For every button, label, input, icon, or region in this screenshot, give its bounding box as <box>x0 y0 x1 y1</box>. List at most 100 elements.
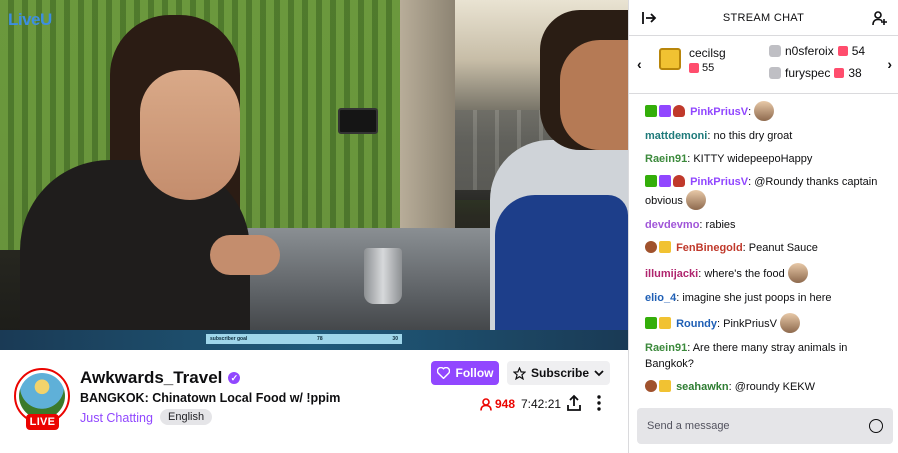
live-badge: LIVE <box>26 414 59 430</box>
top-gifter-count: 55 <box>689 62 714 74</box>
goal-label: subscriber goal <box>210 336 248 342</box>
gifter-row: furyspec 38 <box>769 66 862 80</box>
chat-message: Roundy: PinkPriusV <box>645 313 885 333</box>
gift-icon <box>837 46 848 56</box>
heart-icon <box>436 367 450 379</box>
moderator-badge-icon <box>645 317 657 329</box>
chat-input[interactable]: Send a message <box>637 408 893 444</box>
video-player[interactable]: LiveU subscriber goal 78 30 <box>0 0 628 350</box>
gift-badge-icon <box>659 380 671 392</box>
video-person <box>210 235 280 275</box>
subscribe-button[interactable]: Subscribe <box>507 361 610 385</box>
gifter-count: 38 <box>848 66 862 80</box>
chat-message: mattdemoni: no this dry groat <box>645 130 793 142</box>
chat-message: Raein91: Are there many stray animals in… <box>645 342 848 370</box>
more-options-icon[interactable] <box>592 394 606 412</box>
emoji-picker-icon[interactable] <box>869 419 883 433</box>
chat-text: KITTY widepeepoHappy <box>693 153 813 165</box>
chat-username[interactable]: PinkPriusV <box>690 106 748 118</box>
goal-bar: subscriber goal 78 30 <box>0 330 628 350</box>
goal-current: 78 <box>317 336 323 342</box>
channel-name-row: Awkwards_Travel ✓ <box>80 368 241 388</box>
gift-icon <box>659 48 681 70</box>
chat-title: STREAM CHAT <box>722 11 805 24</box>
chat-username[interactable]: mattdemoni <box>645 130 707 142</box>
chat-username[interactable]: elio_4 <box>645 292 676 304</box>
gifter-name[interactable]: furyspec <box>785 66 830 80</box>
moderator-badge-icon <box>645 105 657 117</box>
avatar-image <box>19 373 65 419</box>
heart-badge-icon <box>673 105 685 117</box>
channel-info-bar: LIVE Awkwards_Travel ✓ BANGKOK: Chinatow… <box>0 350 628 453</box>
star-icon <box>512 366 526 380</box>
chat-message: illumijacki: where's the food <box>645 263 885 283</box>
video-bag <box>495 195 628 335</box>
stream-title: BANGKOK: Chinatown Local Food w/ !ppim <box>80 391 341 405</box>
uptime: 7:42:21 <box>521 397 562 411</box>
chat-message: devdevmo: rabies <box>645 219 736 231</box>
collapse-chat-icon[interactable] <box>641 10 657 26</box>
badge-icon <box>645 241 657 253</box>
gift-icon <box>689 63 699 73</box>
chat-message: elio_4: imagine she just poops in here <box>645 292 832 304</box>
language-tag[interactable]: English <box>160 409 213 425</box>
subscribe-label: Subscribe <box>530 366 590 380</box>
chat-username[interactable]: devdevmo <box>645 219 699 231</box>
chat-text: PinkPriusV <box>723 318 777 330</box>
chat-panel: STREAM CHAT ‹ cecilsg 55 n0sferoix 54 fu… <box>628 0 898 453</box>
gifter-name[interactable]: n0sferoix <box>785 44 834 58</box>
follow-label: Follow <box>455 366 494 380</box>
channel-name[interactable]: Awkwards_Travel <box>80 368 222 388</box>
viewer-count: 948 <box>480 397 515 411</box>
video-person <box>560 40 628 150</box>
chat-username[interactable]: FenBinegold <box>676 242 743 254</box>
gift-icon <box>834 68 845 78</box>
chevron-left-icon[interactable]: ‹ <box>637 56 642 72</box>
top-gifter-count-value: 55 <box>702 62 715 74</box>
chat-message: Raein91: KITTY widepeepoHappy <box>645 153 813 165</box>
chat-header: STREAM CHAT <box>629 0 898 36</box>
follow-button[interactable]: Follow <box>431 361 499 385</box>
emote-icon <box>780 313 800 333</box>
top-gifter-name[interactable]: cecilsg <box>689 46 726 60</box>
emote-icon <box>787 263 808 283</box>
person-icon <box>480 397 492 411</box>
emote-icon <box>754 101 775 121</box>
category-link[interactable]: Just Chatting <box>80 411 153 425</box>
verified-icon: ✓ <box>228 372 241 384</box>
goal-target: 30 <box>392 336 398 342</box>
subscriber-badge-icon <box>659 175 671 187</box>
chat-text: no this dry groat <box>713 130 793 142</box>
gifter-row: n0sferoix 54 <box>769 44 865 58</box>
chat-username[interactable]: Raein91 <box>645 342 687 354</box>
emote-icon <box>685 190 706 210</box>
badge-icon <box>659 317 671 329</box>
chevron-right-icon[interactable]: › <box>887 56 892 72</box>
channel-avatar[interactable]: LIVE <box>14 368 70 430</box>
video-phone <box>338 108 378 134</box>
chat-username[interactable]: Raein91 <box>645 153 687 165</box>
chat-text: where's the food <box>704 268 785 280</box>
moderator-badge-icon <box>645 175 657 187</box>
chat-message: FenBinegold: Peanut Sauce <box>645 240 885 256</box>
chat-message: PinkPriusV: @Roundy thanks captain obvio… <box>645 174 885 210</box>
gifter-count: 54 <box>851 44 866 58</box>
chat-input-placeholder: Send a message <box>647 420 730 432</box>
gift-badge-icon <box>659 241 671 253</box>
goal-inner: subscriber goal 78 30 <box>206 334 402 344</box>
chat-username[interactable]: illumijacki <box>645 268 698 280</box>
chat-username[interactable]: seahawkn <box>676 381 729 393</box>
video-person <box>140 70 240 200</box>
video-cup <box>364 248 402 304</box>
chat-messages: PinkPriusV: mattdemoni: no this dry groa… <box>629 95 898 410</box>
chevron-down-icon <box>594 370 604 377</box>
chat-message: seahawkn: @roundy KEKW <box>645 379 885 395</box>
heart-badge-icon <box>673 175 685 187</box>
chat-message: PinkPriusV: <box>645 101 885 121</box>
subscriber-badge-icon <box>659 105 671 117</box>
chat-username[interactable]: Roundy <box>676 318 717 330</box>
chat-username[interactable]: PinkPriusV <box>690 176 748 188</box>
gifter-badge-icon <box>769 45 781 57</box>
share-icon[interactable] <box>566 394 582 412</box>
users-icon[interactable] <box>872 10 888 26</box>
